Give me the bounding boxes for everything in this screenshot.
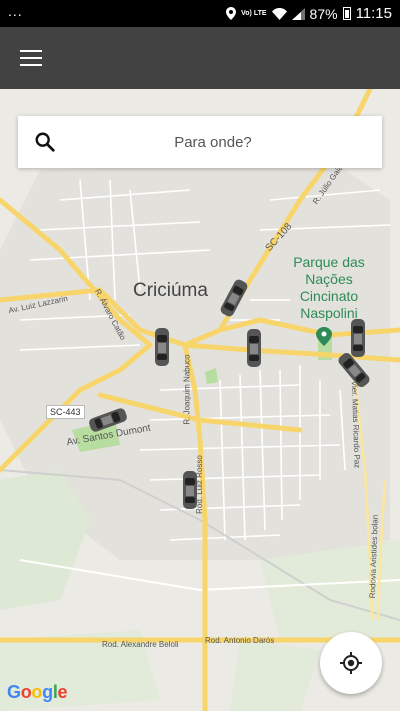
google-logo: Google <box>7 682 68 702</box>
car-marker-icon <box>155 328 169 366</box>
car-marker-icon <box>351 319 365 357</box>
my-location-button[interactable] <box>320 632 382 694</box>
street-label-joaquim-nabuco: R. Joaquim Nabuco <box>182 354 192 425</box>
battery-percentage: 87% <box>309 5 338 22</box>
map-view[interactable] <box>0 89 400 711</box>
crosshair-icon <box>340 652 362 674</box>
wifi-icon <box>271 7 287 20</box>
hamburger-menu-icon[interactable] <box>20 50 42 66</box>
destination-search-box[interactable] <box>18 116 382 168</box>
park-label: Parque das Nações Cincinato Naspolini <box>293 254 365 321</box>
battery-icon <box>342 7 351 20</box>
location-icon <box>226 7 237 20</box>
search-icon <box>35 132 55 152</box>
car-marker-icon <box>247 329 261 367</box>
status-icons: Vo) LTE 87% 11:15 <box>226 5 392 22</box>
city-label: Criciúma <box>133 280 208 301</box>
car-marker-icon <box>183 471 197 509</box>
destination-search-input[interactable] <box>18 116 382 168</box>
street-label-alexandre-beloli: Rod. Alexandre Beloli <box>102 640 179 649</box>
highway-badge-sc443: SC-443 <box>46 405 85 419</box>
volte-indicator: Vo) LTE <box>241 10 267 17</box>
app-bar <box>0 27 400 89</box>
signal-icon <box>291 7 305 20</box>
notification-dots: ... <box>8 2 23 19</box>
status-bar: ... Vo) LTE 87% 11:15 <box>0 0 400 27</box>
clock: 11:15 <box>355 5 392 22</box>
street-label-antonio-daros: Rod. Antonio Darós <box>205 636 275 645</box>
map-canvas <box>0 89 400 711</box>
